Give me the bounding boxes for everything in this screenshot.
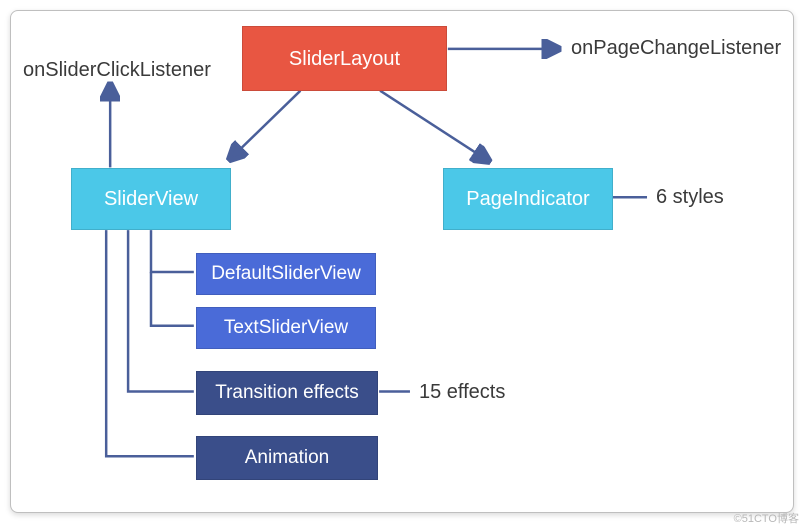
- node-text-slider-view: TextSliderView: [196, 307, 376, 349]
- node-animation: Animation: [196, 436, 378, 480]
- label-on-page-change-listener: onPageChangeListener: [571, 37, 781, 60]
- edge-layout-to-pageindicator: [380, 91, 488, 161]
- node-transition-effects: Transition effects: [196, 371, 378, 415]
- diagram-frame: SliderLayout SliderView PageIndicator De…: [10, 10, 794, 513]
- label-6-styles: 6 styles: [656, 186, 724, 209]
- node-page-indicator: PageIndicator: [443, 168, 613, 230]
- node-slider-layout: SliderLayout: [242, 26, 447, 91]
- edge-layout-to-sliderview: [231, 91, 301, 159]
- label-15-effects: 15 effects: [419, 381, 505, 404]
- label-on-slider-click-listener: onSliderClickListener: [23, 59, 211, 82]
- node-slider-view: SliderView: [71, 168, 231, 230]
- edge-sliderview-text: [151, 272, 194, 326]
- watermark: ©51CTO博客: [734, 510, 799, 526]
- edge-sliderview-default: [151, 230, 194, 272]
- edge-sliderview-transition: [128, 230, 194, 391]
- node-default-slider-view: DefaultSliderView: [196, 253, 376, 295]
